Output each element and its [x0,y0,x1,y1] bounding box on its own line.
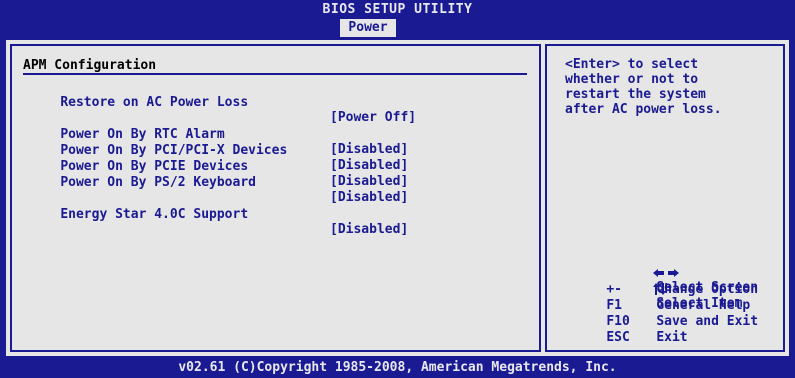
setting-label: Power On By PS/2 Keyboard [60,175,256,190]
setting-value[interactable]: [Disabled] [330,158,408,173]
setting-label: Restore on AC Power Loss [60,95,249,110]
tab-power[interactable]: Power [340,19,396,37]
help-line: after AC power loss. [565,102,722,117]
help-line: whether or not to [565,72,699,87]
section-divider [23,73,527,75]
setting-value[interactable]: [Disabled] [330,222,408,237]
window-title: BIOS SETUP UTILITY [322,2,473,17]
legend-exit: ESC Exit [575,315,688,360]
help-line: <Enter> to select [565,57,699,72]
help-text: <Enter> to select whether or not to rest… [565,57,765,117]
setting-value[interactable]: [Power Off] [330,110,416,125]
bios-screen: BIOS SETUP UTILITY Power APM Configurati… [0,0,795,378]
setting-value[interactable]: [Disabled] [330,174,408,189]
copyright-footer: v02.61 (C)Copyright 1985-2008, American … [178,360,617,375]
setting-label: Energy Star 4.0C Support [60,207,249,222]
section-title: APM Configuration [23,58,157,73]
setting-energy-star-support[interactable]: Energy Star 4.0C Support [Disabled] [29,192,408,252]
help-line: restart the system [565,87,706,102]
setting-value[interactable]: [Disabled] [330,190,408,205]
legend-key: ESC [606,330,630,345]
legend-desc: Exit [656,330,688,345]
setting-value[interactable]: [Disabled] [330,142,408,157]
